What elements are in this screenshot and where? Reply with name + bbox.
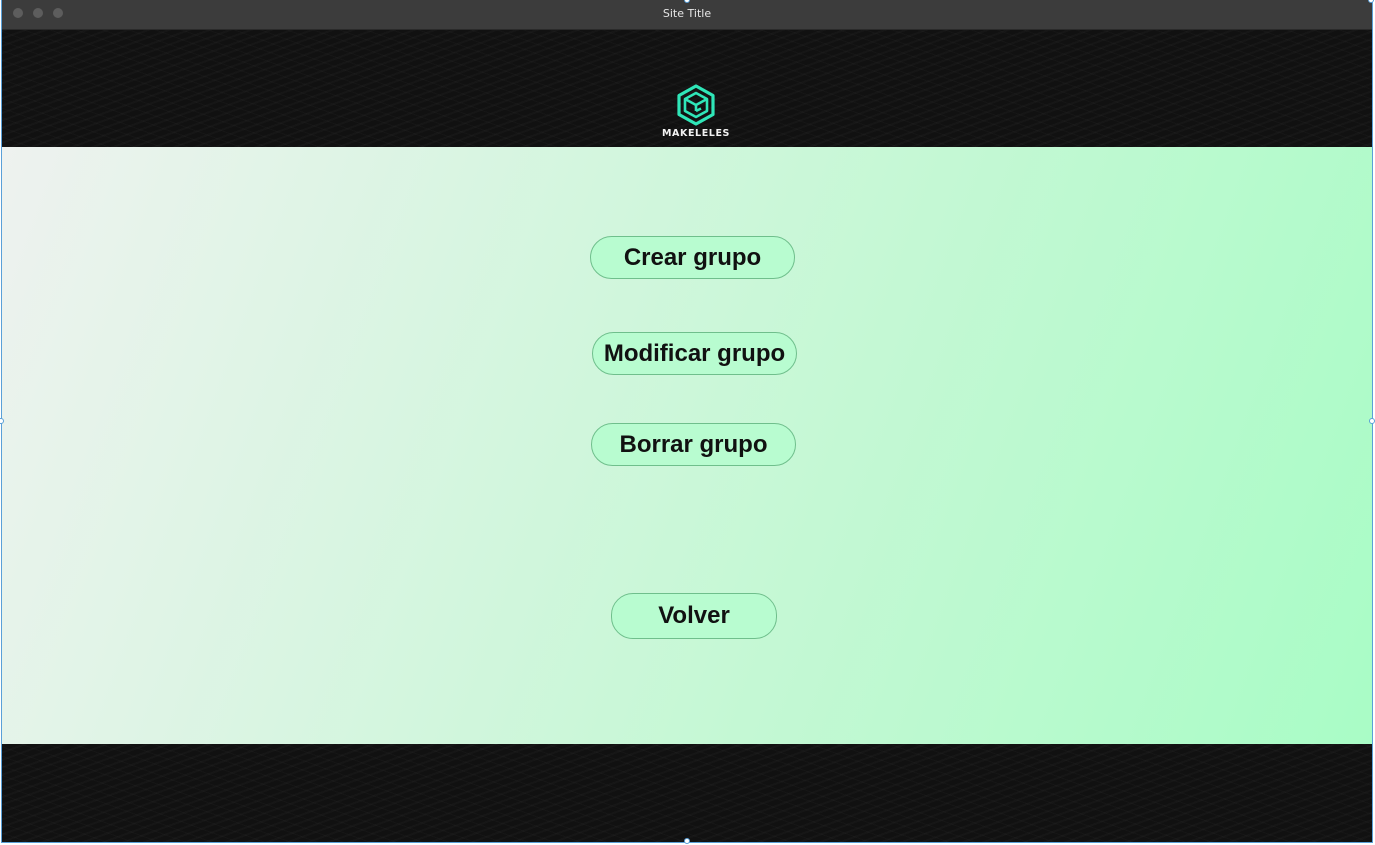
cube-logo-icon [656,84,736,126]
volver-button[interactable]: Volver [611,593,777,639]
resize-handle-top-right[interactable] [1368,0,1374,3]
modificar-grupo-button[interactable]: Modificar grupo [592,332,797,375]
resize-handle-right[interactable] [1369,418,1375,424]
main-content: Crear grupo Modificar grupo Borrar grupo… [2,147,1372,744]
resize-handle-bottom[interactable] [684,838,690,844]
site-header: MAKELELES [2,30,1372,147]
borrar-grupo-button[interactable]: Borrar grupo [591,423,796,466]
logo-text: MAKELELES [662,128,730,139]
window-titlebar[interactable]: Site Title [2,0,1372,30]
site-logo[interactable]: MAKELELES [656,84,736,148]
site-footer [2,744,1372,842]
window-title: Site Title [662,7,712,20]
app-window: Site Title MAKELELES Crear grupo Modific… [1,0,1373,843]
crear-grupo-button[interactable]: Crear grupo [590,236,795,279]
